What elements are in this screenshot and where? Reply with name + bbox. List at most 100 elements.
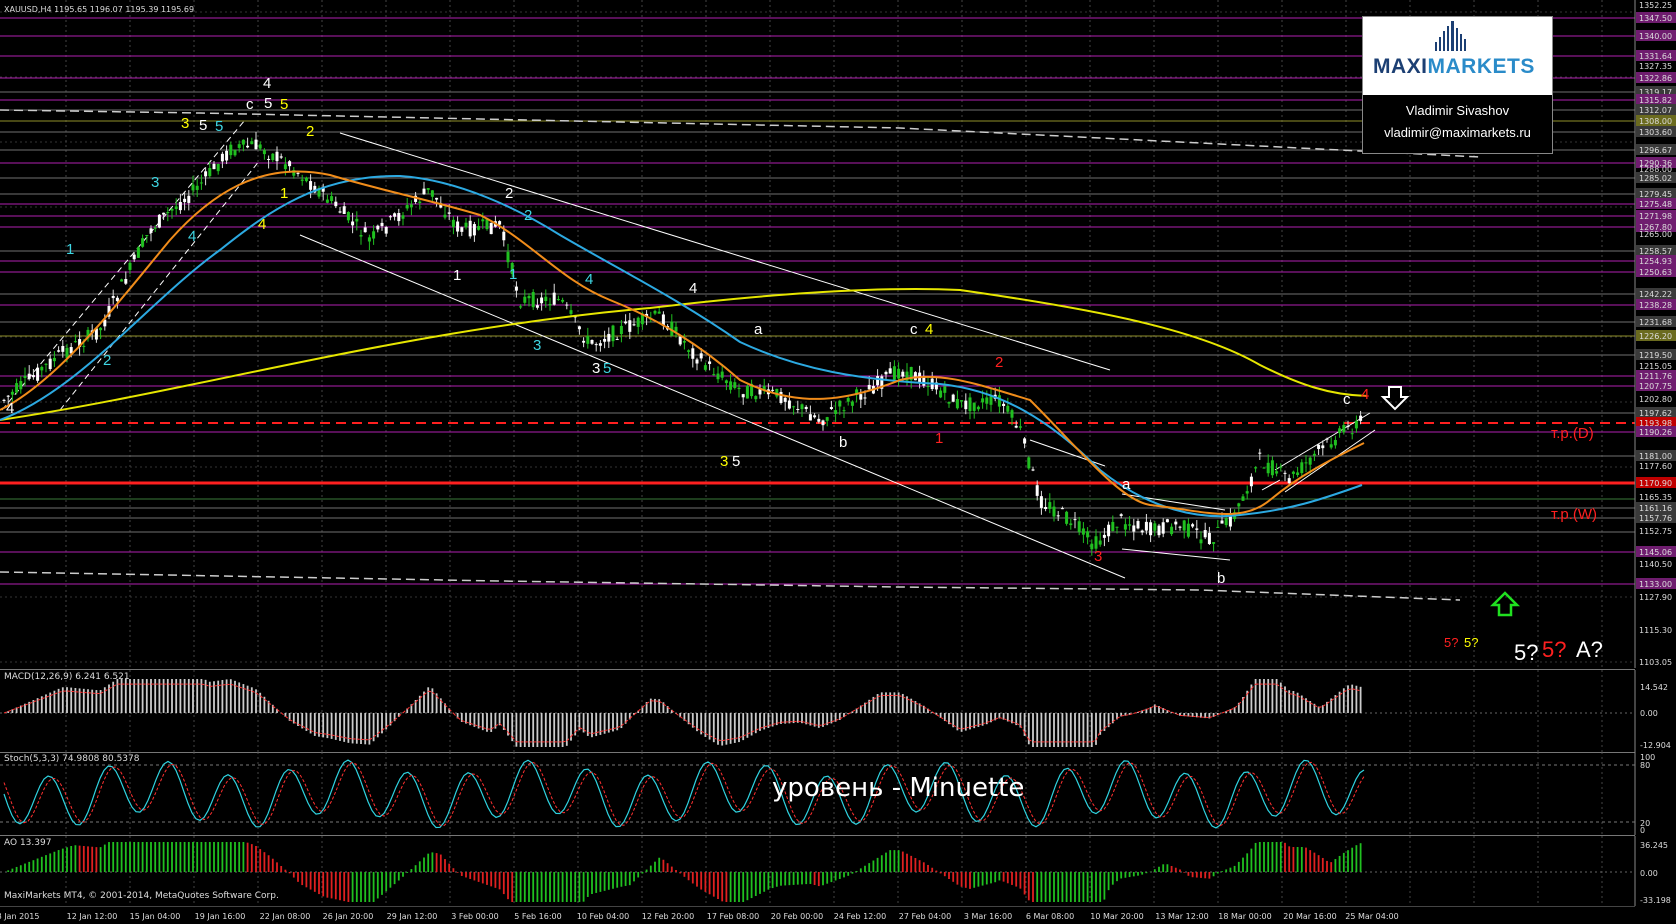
chart-header: XAUUSD,H4 1195.65 1196.07 1195.39 1195.6… bbox=[4, 5, 194, 14]
wave-label: 2 bbox=[103, 352, 111, 369]
price-tick: 1265.00 bbox=[1639, 230, 1672, 239]
price-tick: 1231.68 bbox=[1636, 316, 1676, 327]
projection-small-yellow: 5? bbox=[1464, 635, 1478, 650]
wave-label: 3 bbox=[592, 360, 600, 377]
price-tick: 1258.57 bbox=[1636, 245, 1676, 256]
target-label-w: т.р.(W) bbox=[1551, 506, 1597, 523]
projection-big-white: 5? bbox=[1514, 640, 1538, 665]
price-tick: 1161.16 bbox=[1636, 502, 1676, 513]
price-tick: 1327.35 bbox=[1639, 62, 1672, 71]
svg-text:1275.48: 1275.48 bbox=[1639, 200, 1672, 209]
price-tick: 1170.90 bbox=[1636, 477, 1676, 488]
wave-label: 2 bbox=[524, 207, 532, 224]
indicator-tick: 36.245 bbox=[1640, 841, 1668, 850]
candle bbox=[1027, 456, 1031, 470]
projection-big-red: 5? bbox=[1542, 637, 1566, 662]
time-tick: 13 Mar 12:00 bbox=[1155, 912, 1208, 921]
maximarkets-logo: MAXIMARKETS Vladimir Sivashov vladimir@m… bbox=[1362, 16, 1553, 154]
candle bbox=[951, 393, 955, 403]
time-tick: 24 Feb 12:00 bbox=[834, 912, 886, 921]
time-tick: 18 Mar 00:00 bbox=[1218, 912, 1271, 921]
svg-text:1157.76: 1157.76 bbox=[1639, 514, 1672, 523]
stoch-title: Stoch(5,3,3) 74.9808 80.5378 bbox=[4, 754, 140, 764]
svg-text:1140.50: 1140.50 bbox=[1639, 560, 1672, 569]
wave-label: 4 bbox=[689, 280, 697, 297]
projection-small-red: 5? bbox=[1444, 635, 1458, 650]
svg-text:1133.00: 1133.00 bbox=[1639, 580, 1672, 589]
time-tick: 25 Mar 04:00 bbox=[1345, 912, 1398, 921]
price-tick: 1296.67 bbox=[1636, 144, 1676, 155]
wave-label: 4 bbox=[188, 228, 196, 245]
time-tick: 3 Feb 00:00 bbox=[451, 912, 498, 921]
time-tick: 5 Feb 16:00 bbox=[514, 912, 561, 921]
svg-text:1115.30: 1115.30 bbox=[1639, 626, 1672, 635]
svg-text:1202.80: 1202.80 bbox=[1639, 395, 1672, 404]
svg-text:1258.57: 1258.57 bbox=[1639, 247, 1672, 256]
price-tick: 1238.28 bbox=[1636, 299, 1676, 310]
svg-text:1347.50: 1347.50 bbox=[1639, 14, 1672, 23]
price-axis: 1352.25 1347.50 1340.00 1331.641327.35 1322.… bbox=[1634, 0, 1676, 668]
price-tick: 1103.05 bbox=[1639, 658, 1672, 667]
wave-label: 4 bbox=[6, 400, 14, 417]
ao-title: AO 13.397 bbox=[4, 838, 52, 848]
price-tick: 1322.86 bbox=[1636, 72, 1676, 83]
svg-text:1219.50: 1219.50 bbox=[1639, 351, 1672, 360]
time-tick: 29 Jan 12:00 bbox=[387, 912, 438, 921]
price-tick: 1347.50 bbox=[1636, 12, 1676, 23]
svg-text:1181.00: 1181.00 bbox=[1639, 452, 1672, 461]
wave-label: 1 bbox=[453, 267, 461, 284]
wave-label: 3 bbox=[1094, 548, 1102, 565]
indicator-tick: 0.00 bbox=[1640, 709, 1658, 718]
price-tick: 1275.48 bbox=[1636, 198, 1676, 209]
indicator-tick: -33.198 bbox=[1640, 896, 1671, 905]
svg-text:1265.00: 1265.00 bbox=[1639, 230, 1672, 239]
price-tick: 1279.45 bbox=[1636, 188, 1676, 199]
macd-panel[interactable]: 14.542 0.00 -12.904 MACD(12,26,9) 6.241 6.… bbox=[0, 669, 1671, 753]
wave-label: 4 bbox=[585, 271, 593, 288]
svg-text:1231.68: 1231.68 bbox=[1639, 318, 1672, 327]
candle bbox=[913, 371, 917, 381]
time-tick: 17 Feb 08:00 bbox=[707, 912, 759, 921]
wave-label: 1 bbox=[509, 266, 517, 283]
time-tick: 27 Feb 04:00 bbox=[899, 912, 951, 921]
price-tick: 1340.00 bbox=[1636, 30, 1676, 41]
candle bbox=[1165, 518, 1169, 523]
candle bbox=[531, 289, 535, 311]
candle bbox=[1065, 510, 1069, 526]
svg-text:1161.16: 1161.16 bbox=[1639, 504, 1672, 513]
time-tick: 10 Mar 20:00 bbox=[1090, 912, 1143, 921]
time-tick: 6 Mar 08:00 bbox=[1026, 912, 1074, 921]
candle bbox=[745, 384, 749, 399]
wave-label: 5 bbox=[264, 95, 272, 112]
svg-text:1190.26: 1190.26 bbox=[1639, 428, 1672, 437]
time-tick: 10 Feb 04:00 bbox=[577, 912, 629, 921]
price-tick: 1152.75 bbox=[1639, 527, 1672, 536]
indicator-tick: 80 bbox=[1640, 761, 1650, 770]
svg-text:1271.98: 1271.98 bbox=[1639, 212, 1672, 221]
svg-text:1340.00: 1340.00 bbox=[1639, 32, 1672, 41]
wave-label: 3 bbox=[151, 174, 159, 191]
svg-text:1331.64: 1331.64 bbox=[1639, 52, 1672, 61]
time-tick: 12 Feb 20:00 bbox=[642, 912, 694, 921]
price-tick: 1181.00 bbox=[1636, 450, 1676, 461]
wave-label: 5 bbox=[280, 96, 288, 113]
svg-text:1170.90: 1170.90 bbox=[1639, 479, 1672, 488]
svg-text:1327.35: 1327.35 bbox=[1639, 62, 1672, 71]
price-tick: 1315.82 bbox=[1636, 94, 1676, 105]
svg-text:1226.20: 1226.20 bbox=[1639, 332, 1672, 341]
wave-label: 1 bbox=[280, 185, 288, 202]
wave-label: a bbox=[1122, 476, 1131, 493]
svg-text:1207.75: 1207.75 bbox=[1639, 382, 1672, 391]
svg-text:1312.07: 1312.07 bbox=[1639, 106, 1672, 115]
svg-text:1308.00: 1308.00 bbox=[1639, 117, 1672, 126]
price-tick: 1219.50 bbox=[1636, 349, 1676, 360]
svg-text:1254.93: 1254.93 bbox=[1639, 257, 1672, 266]
svg-text:1165.35: 1165.35 bbox=[1639, 493, 1672, 502]
wave-label: c bbox=[246, 96, 254, 113]
level-annotation: уровень - Minuette bbox=[772, 773, 1025, 803]
svg-text:1238.28: 1238.28 bbox=[1639, 301, 1672, 310]
target-label-d: т.р.(D) bbox=[1551, 425, 1594, 442]
indicator-tick: -12.904 bbox=[1640, 741, 1671, 750]
price-tick: 1312.07 bbox=[1636, 104, 1676, 115]
svg-text:1103.05: 1103.05 bbox=[1639, 658, 1672, 667]
